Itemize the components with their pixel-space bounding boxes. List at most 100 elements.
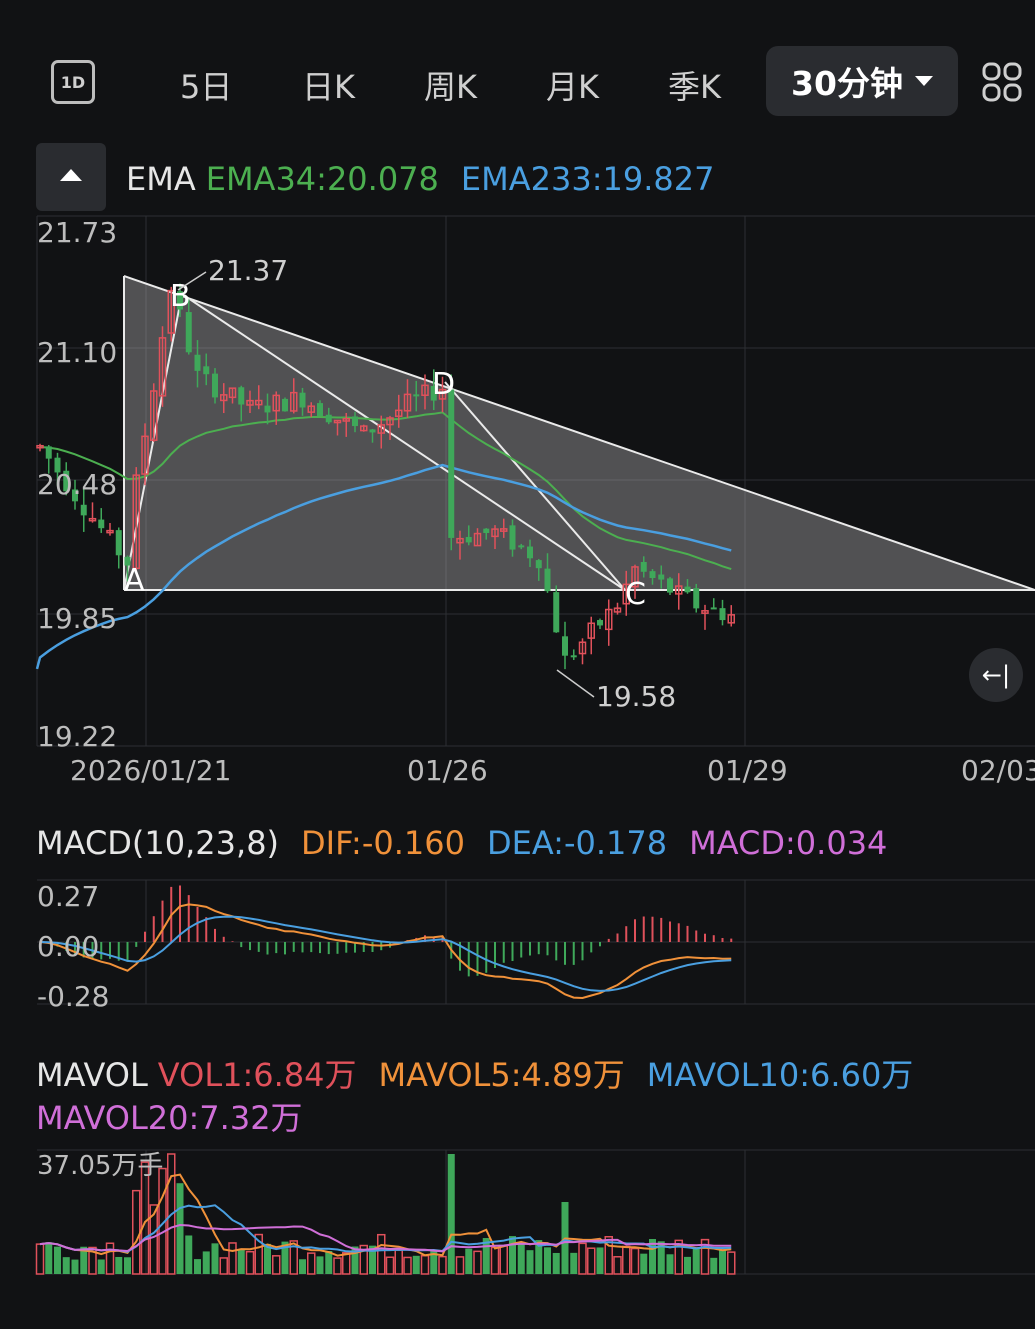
tab-5day[interactable]: 5日 bbox=[180, 62, 232, 108]
candle-body bbox=[684, 586, 691, 593]
mavol5-value: MAVOL5:4.89万 bbox=[378, 1056, 625, 1094]
y-tick-label: 21.10 bbox=[37, 336, 117, 369]
volume-bar bbox=[115, 1256, 123, 1274]
volume-bar bbox=[62, 1257, 70, 1274]
low-value-label: 19.58 bbox=[596, 680, 676, 713]
candle-body bbox=[299, 392, 306, 408]
volume-bar bbox=[473, 1250, 482, 1275]
high-value-label: 21.37 bbox=[208, 254, 288, 287]
mavol20-legend: MAVOL20:7.32万 bbox=[36, 1093, 325, 1139]
volume-bar bbox=[719, 1249, 726, 1274]
x-tick-label: 01/26 bbox=[407, 754, 488, 787]
volume-bar bbox=[727, 1251, 736, 1275]
intraday-1d-icon[interactable]: 1D bbox=[51, 60, 95, 104]
candle-body bbox=[212, 373, 218, 398]
y-tick-label: 20.48 bbox=[37, 468, 117, 501]
volume-bar bbox=[420, 1254, 430, 1275]
candle-body bbox=[238, 387, 245, 405]
tab-daily[interactable]: 日K bbox=[302, 62, 355, 108]
volume-bar bbox=[245, 1250, 255, 1275]
dif-value: DIF:-0.160 bbox=[301, 824, 465, 862]
mavol10-value: MAVOL10:6.60万 bbox=[646, 1056, 914, 1094]
x-tick-label: 2026/01/21 bbox=[70, 754, 231, 787]
volume-bar bbox=[544, 1247, 551, 1274]
macd-value: MACD:0.034 bbox=[689, 824, 888, 862]
volume-bar bbox=[630, 1247, 640, 1275]
volume-bar bbox=[517, 1241, 525, 1274]
volume-bar bbox=[54, 1246, 61, 1274]
volume-bar bbox=[578, 1242, 587, 1275]
candle-body bbox=[509, 525, 516, 550]
candle-body bbox=[465, 536, 472, 543]
y-tick-label: 21.73 bbox=[37, 216, 117, 249]
volume-bar bbox=[526, 1250, 534, 1274]
volume-bar bbox=[377, 1233, 386, 1275]
tab-weekly[interactable]: 周K bbox=[424, 62, 477, 108]
x-tick-labels: 2026/01/21 01/26 01/29 02/03 bbox=[70, 754, 1035, 787]
candle-body bbox=[115, 530, 122, 556]
period-tabs: 5日 日K 周K 月K 季K 30分钟 bbox=[0, 40, 1035, 124]
candle-body bbox=[203, 366, 210, 375]
volume-bar bbox=[692, 1247, 700, 1274]
dea-line bbox=[39, 915, 732, 992]
volume-bar bbox=[316, 1256, 324, 1274]
macd-legend: MACD(10,23,8) DIF:-0.160 DEA:-0.178 MACD:0.… bbox=[36, 824, 909, 862]
caret-down-icon bbox=[914, 76, 933, 86]
candle-body bbox=[527, 546, 533, 559]
collapse-indicators-button[interactable] bbox=[36, 143, 106, 211]
volume-bar bbox=[185, 1235, 193, 1274]
ema34-value: EMA34:20.078 bbox=[205, 160, 439, 198]
volume-bar bbox=[325, 1251, 333, 1274]
macd-grid bbox=[37, 879, 1035, 1005]
volume-bar bbox=[97, 1259, 105, 1274]
volume-bar bbox=[447, 1154, 455, 1274]
candle-body bbox=[544, 568, 551, 592]
point-label-c: C bbox=[625, 577, 646, 612]
volume-chart[interactable]: 37.05万手 bbox=[0, 1146, 1035, 1286]
back-to-latest-button[interactable]: ←| bbox=[969, 648, 1023, 702]
y-tick-label: 19.22 bbox=[37, 720, 117, 753]
volume-bar bbox=[499, 1245, 508, 1275]
volume-bar bbox=[385, 1256, 395, 1275]
point-label-a: A bbox=[124, 563, 145, 598]
candle-body bbox=[194, 354, 201, 371]
candle-body bbox=[325, 414, 332, 423]
volume-bar bbox=[552, 1252, 560, 1274]
back-to-latest-icon: ←| bbox=[981, 661, 1011, 689]
volume-y-tick: 37.05万手 bbox=[37, 1151, 163, 1181]
volume-bar bbox=[490, 1246, 500, 1275]
volume-bar bbox=[176, 1183, 184, 1274]
candle-body bbox=[80, 504, 87, 516]
volume-bar bbox=[45, 1242, 53, 1274]
candle-body bbox=[352, 416, 358, 427]
volume-bar bbox=[71, 1259, 79, 1274]
volume-bar bbox=[307, 1252, 316, 1275]
candle-body bbox=[448, 389, 455, 538]
ema-legend: EMA EMA34:20.078 EMA233:19.827 bbox=[126, 160, 736, 198]
candle-body bbox=[98, 519, 105, 529]
volume-bar bbox=[211, 1243, 219, 1274]
tab-30min-dropdown[interactable]: 30分钟 bbox=[766, 46, 958, 116]
candle-body bbox=[483, 528, 490, 533]
macd-y-tick: 0.27 bbox=[37, 880, 99, 913]
volume-bar bbox=[299, 1259, 306, 1274]
macd-chart[interactable]: 0.27 0.00 -0.28 bbox=[0, 876, 1035, 1016]
x-tick-label: 01/29 bbox=[707, 754, 788, 787]
x-tick-label: 02/03 bbox=[961, 754, 1035, 787]
candlestick-chart[interactable]: A B C D 21.37 19.58 21.73 21.10 20.48 19… bbox=[0, 210, 1035, 790]
tab-quarterly[interactable]: 季K bbox=[668, 62, 721, 108]
candle-body bbox=[710, 607, 717, 610]
grid-icon[interactable] bbox=[982, 62, 1022, 102]
mavol-legend-name: MAVOL bbox=[36, 1056, 148, 1094]
tab-monthly[interactable]: 月K bbox=[546, 62, 599, 108]
volume-bar bbox=[666, 1254, 674, 1274]
ema233-value: EMA233:19.827 bbox=[460, 160, 715, 198]
dif-line bbox=[39, 903, 732, 1000]
y-tick-label: 19.85 bbox=[37, 602, 117, 635]
volume-bar bbox=[237, 1249, 245, 1274]
volume-bar bbox=[105, 1242, 115, 1275]
mavol20-value: MAVOL20:7.32万 bbox=[36, 1099, 303, 1137]
volume-bar bbox=[412, 1255, 420, 1274]
candle-body bbox=[640, 562, 647, 572]
candle-body bbox=[535, 560, 542, 569]
